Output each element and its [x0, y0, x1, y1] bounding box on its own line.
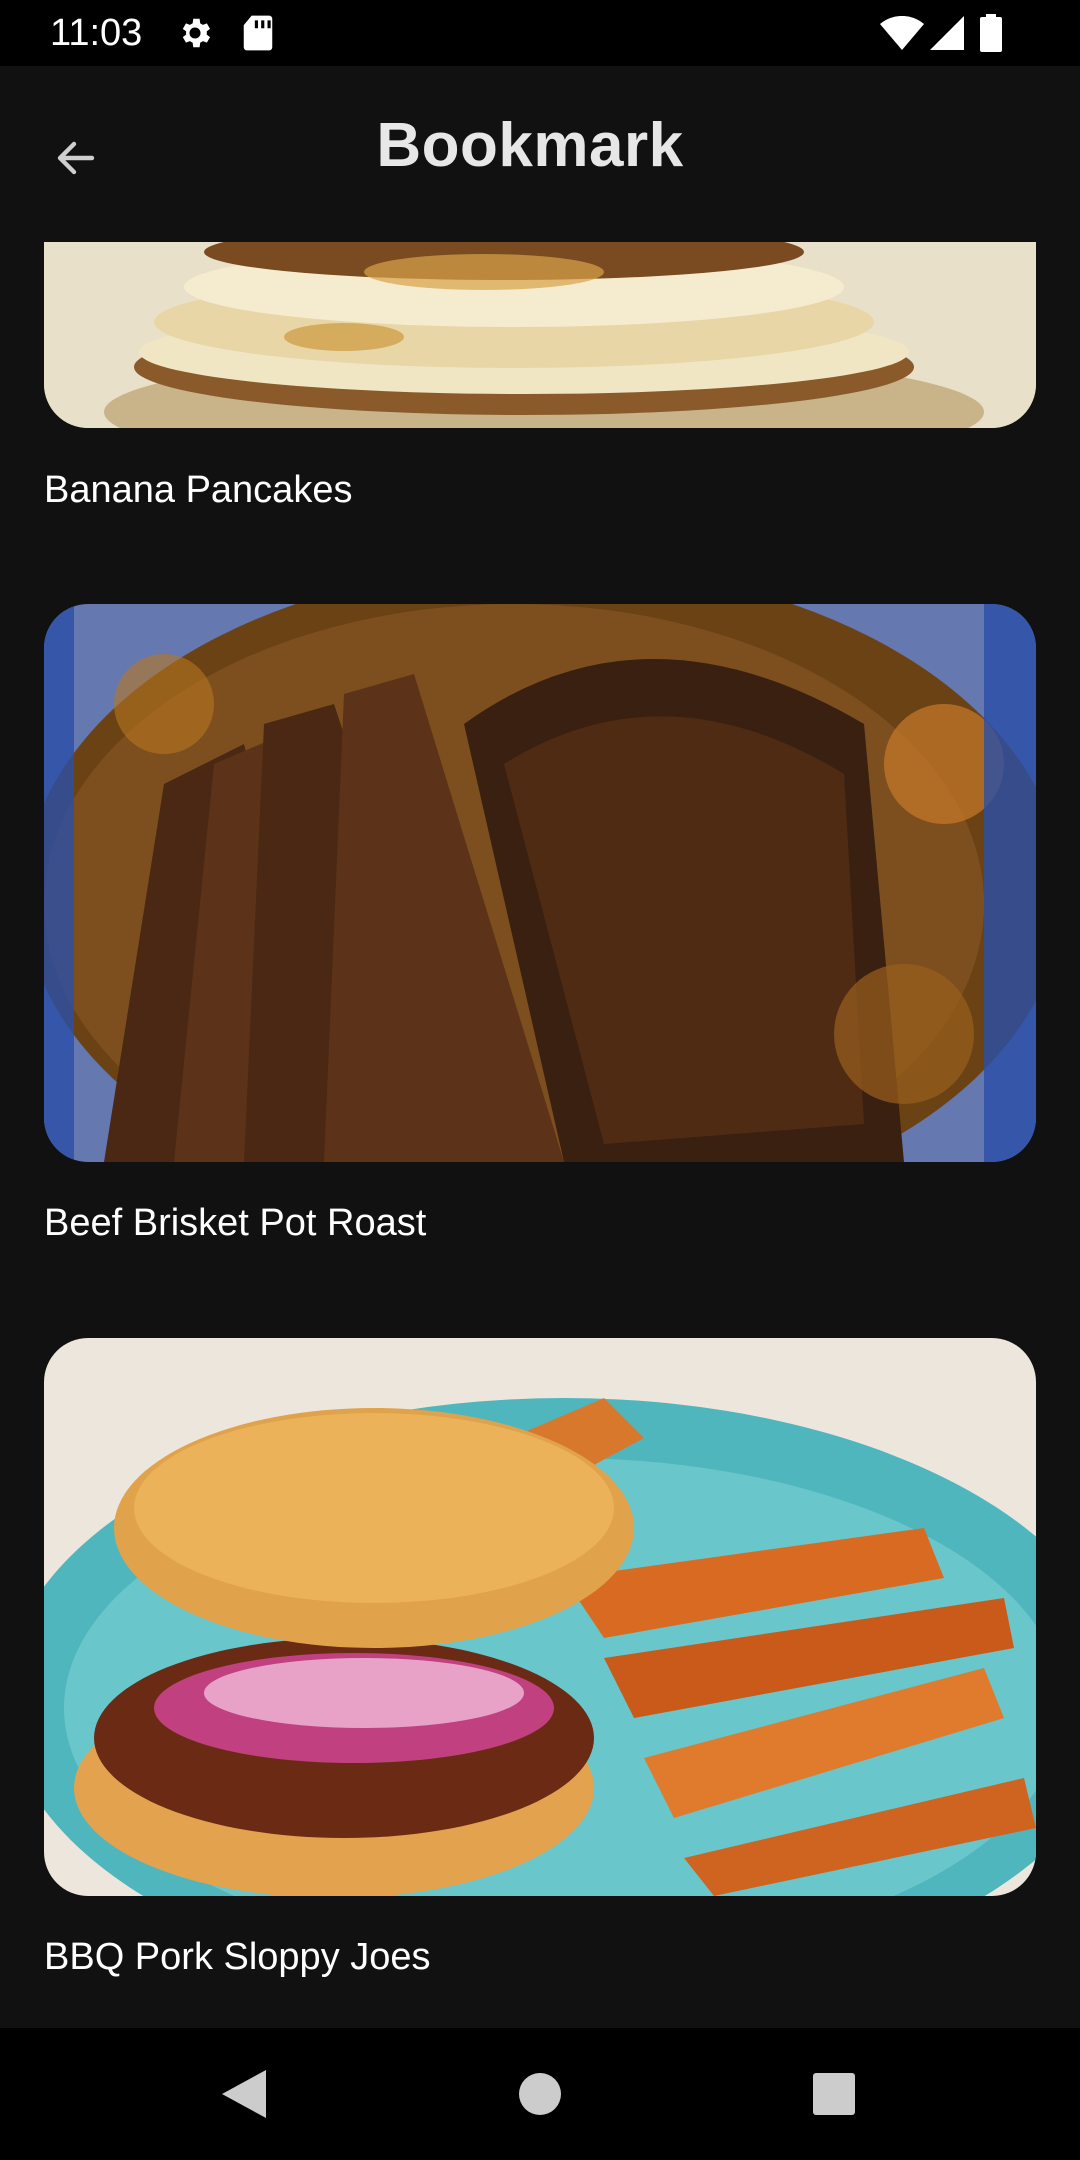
beef-brisket-photo[interactable]	[44, 604, 1036, 1162]
system-nav-bar	[0, 2028, 1080, 2160]
status-time: 11:03	[50, 12, 143, 54]
page-title: Bookmark	[376, 111, 684, 180]
status-bar: 11:03	[0, 0, 1080, 66]
nav-back-button[interactable]	[208, 2058, 280, 2130]
battery-icon	[980, 14, 1002, 57]
bookmark-title: Banana Pancakes	[44, 469, 353, 511]
bookmark-card-sloppy-joes[interactable]: BBQ Pork Sloppy Joes	[44, 1338, 1036, 2018]
app-bar: Bookmark	[0, 66, 1080, 242]
circle-home-icon	[519, 2073, 561, 2115]
gear-icon	[176, 14, 214, 57]
square-recents-icon	[813, 2073, 855, 2115]
sloppy-joes-photo[interactable]	[44, 1338, 1036, 1896]
nav-home-button[interactable]	[504, 2058, 576, 2130]
triangle-back-icon	[222, 2070, 266, 2118]
bookmark-card-beef-brisket[interactable]: Beef Brisket Pot Roast	[44, 604, 1036, 1264]
signal-icon	[930, 16, 964, 55]
banana-pancakes-photo[interactable]	[44, 242, 1036, 428]
wifi-icon	[880, 15, 924, 55]
nav-recents-button[interactable]	[798, 2058, 870, 2130]
bookmark-title: Beef Brisket Pot Roast	[44, 1202, 427, 1244]
sd-card-icon	[242, 14, 274, 57]
bookmark-card-banana-pancakes[interactable]: Banana Pancakes	[44, 242, 1036, 532]
bookmark-title: BBQ Pork Sloppy Joes	[44, 1936, 431, 1978]
bookmark-list[interactable]: Banana Pancakes Beef Brisket Pot Roast B…	[0, 242, 1080, 2028]
